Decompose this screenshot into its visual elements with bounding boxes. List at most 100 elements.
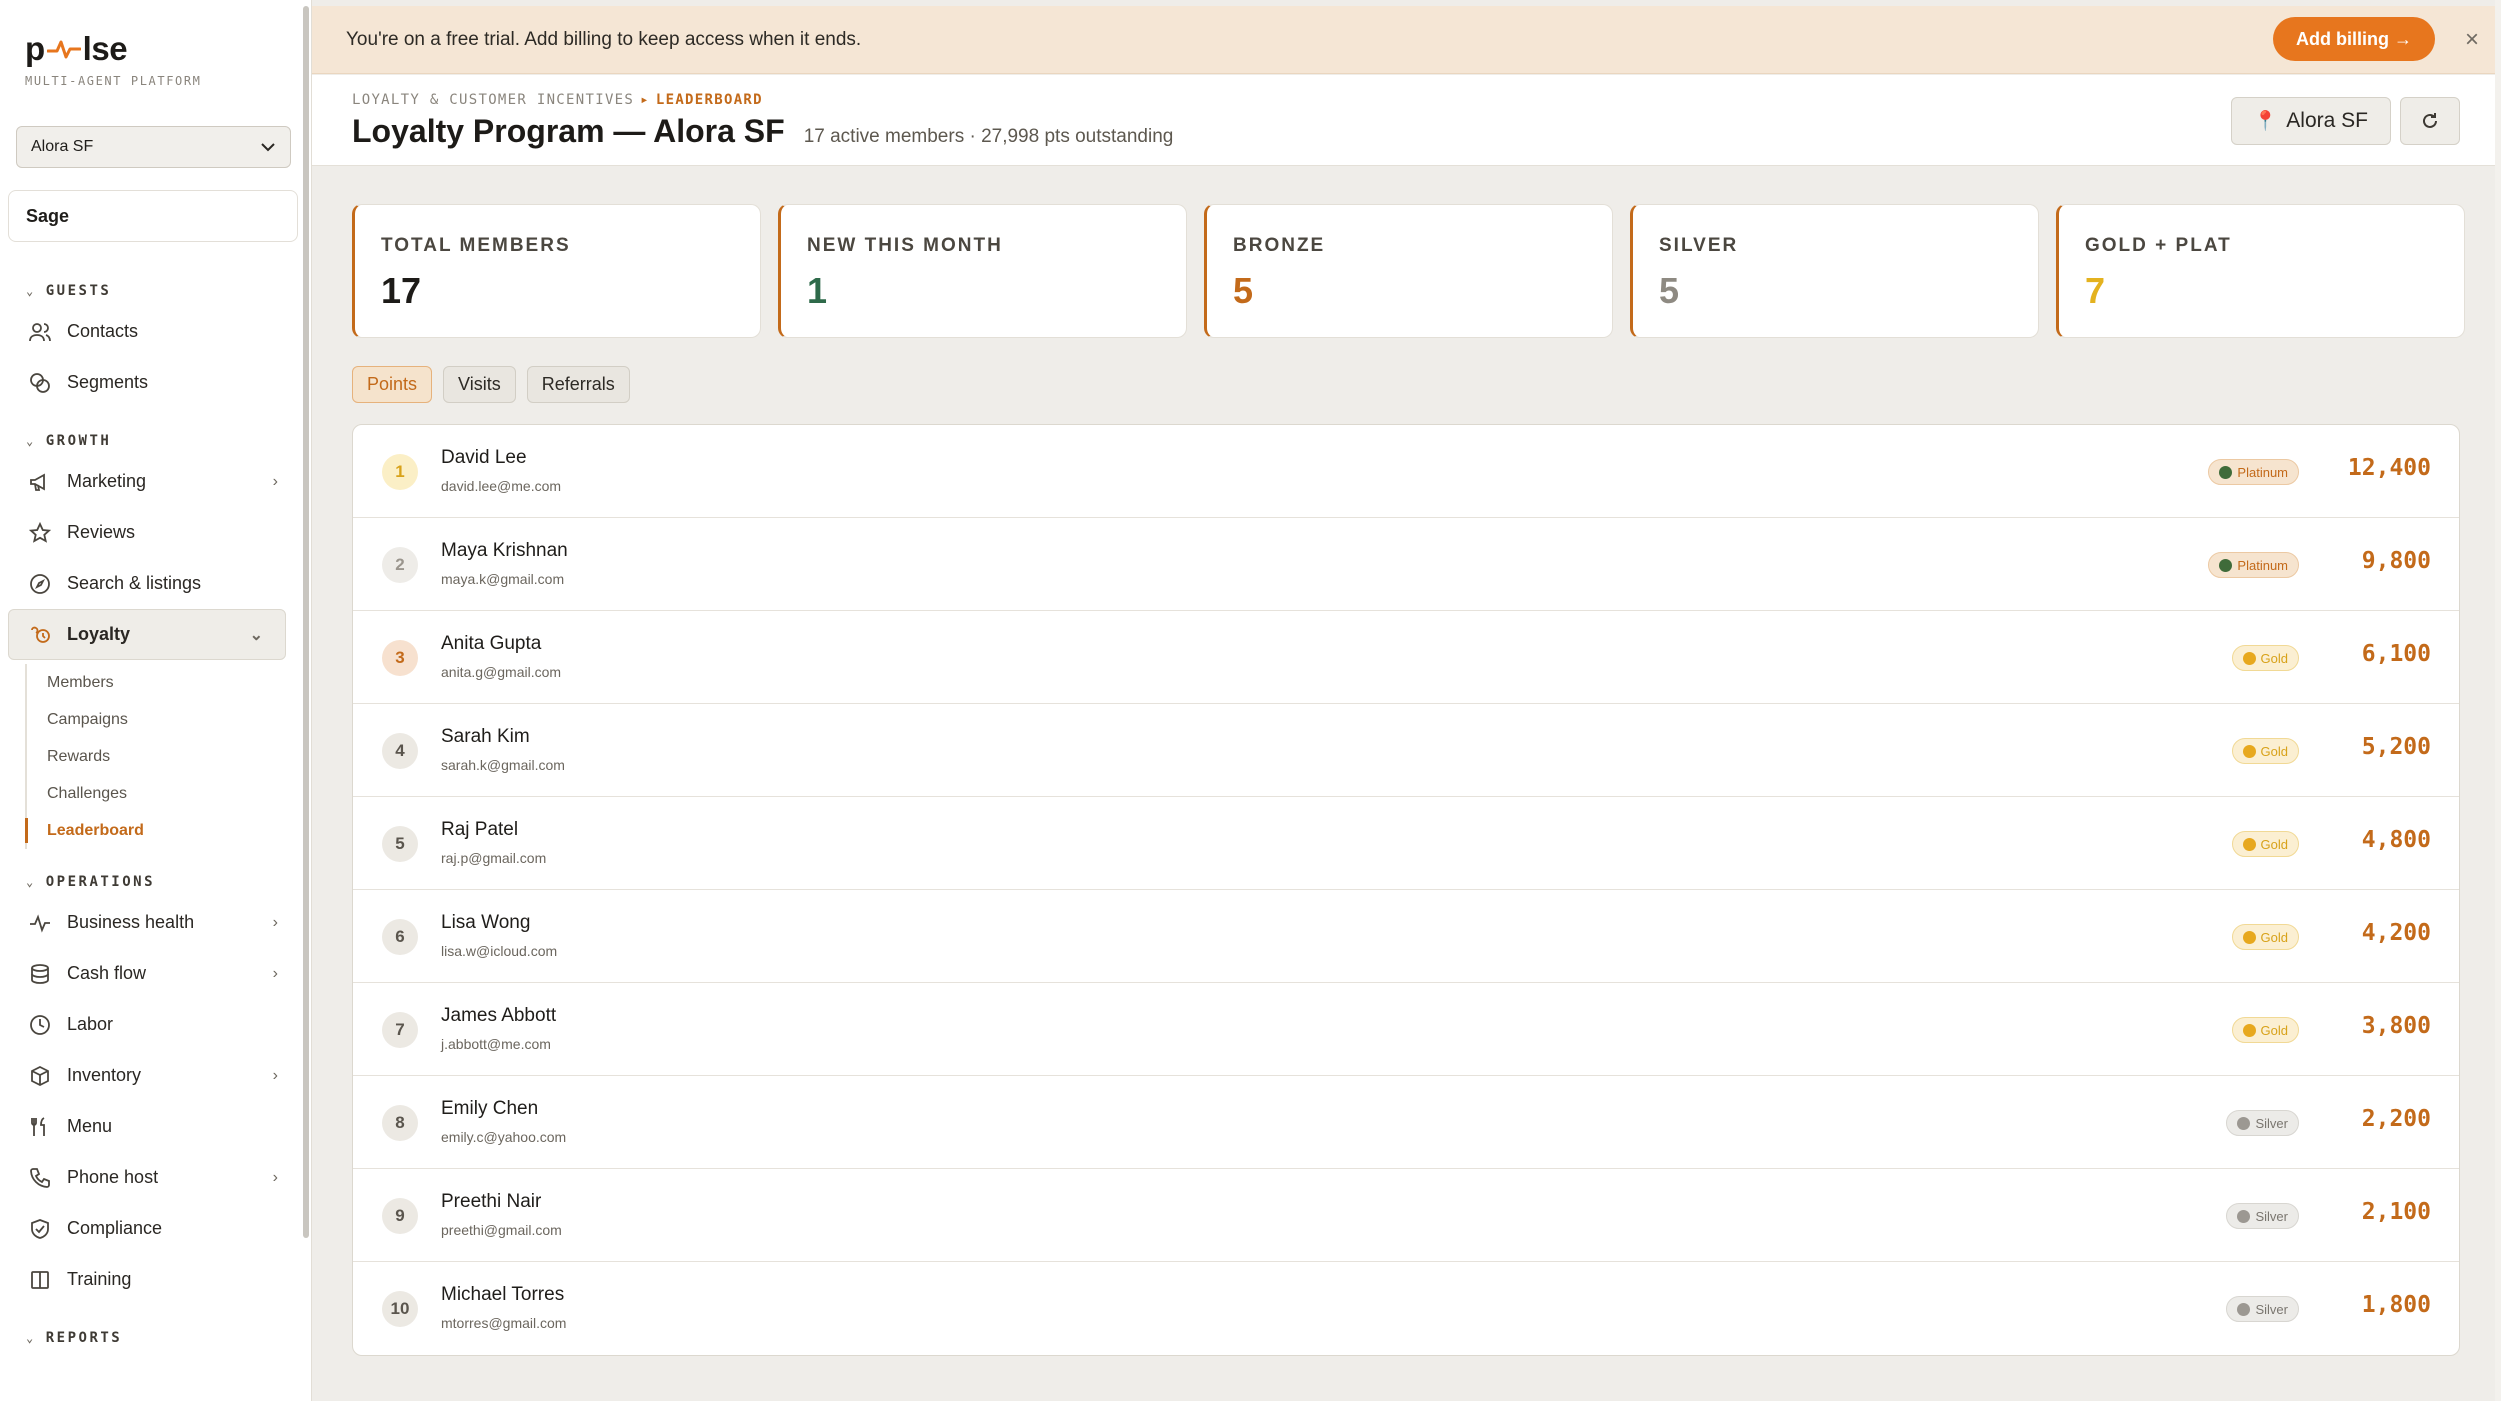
nav-section-reports[interactable]: ⌄ REPORTS: [0, 1323, 300, 1353]
table-row[interactable]: 2 Maya Krishnan maya.k@gmail.com Platinum 9,…: [353, 518, 2459, 611]
breadcrumb-separator: ▸: [640, 92, 650, 108]
tab-points[interactable]: Points: [352, 366, 433, 403]
chevron-right-icon: ›: [272, 1066, 278, 1084]
location-chip[interactable]: 📍 Alora SF: [2230, 97, 2391, 145]
member-name[interactable]: Raj Patel: [441, 819, 518, 841]
stat-value: 5: [1233, 270, 1254, 311]
sidebar-item-compliance[interactable]: Compliance: [0, 1203, 300, 1254]
table-row[interactable]: 1 David Lee david.lee@me.com Platinum 12,400: [353, 425, 2459, 518]
page-header: LOYALTY & CUSTOMER INCENTIVES ▸ LEADERBOAR…: [312, 75, 2501, 166]
sidebar-item-marketing[interactable]: Marketing ›: [0, 456, 300, 507]
sidebar-scrollbar[interactable]: [303, 6, 309, 1238]
database-icon: [28, 962, 52, 986]
stats-row: TOTAL MEMBERS 17 NEW THIS MONTH 1 BRONZE…: [352, 204, 2465, 338]
member-email: sarah.k@gmail.com: [441, 757, 565, 773]
member-name[interactable]: Lisa Wong: [441, 912, 530, 934]
sidebar-item-reviews[interactable]: Reviews: [0, 507, 300, 558]
table-row[interactable]: 5 Raj Patel raj.p@gmail.com Gold 4,800: [353, 797, 2459, 890]
sidebar-item-search-listings[interactable]: Search & listings: [0, 558, 300, 609]
nav-section-guests[interactable]: ⌄ GUESTS: [0, 276, 300, 306]
tab-referrals[interactable]: Referrals: [526, 366, 630, 403]
sidebar-item-label: Compliance: [67, 1218, 163, 1238]
stat-label: SILVER: [1659, 235, 1739, 256]
sidebar-item-inventory[interactable]: Inventory ›: [0, 1050, 300, 1101]
table-row[interactable]: 10 Michael Torres mtorres@gmail.com Silver 1…: [353, 1262, 2459, 1355]
table-row[interactable]: 6 Lisa Wong lisa.w@icloud.com Gold 4,200: [353, 890, 2459, 983]
stat-value: 17: [381, 270, 422, 311]
nav-section-operations[interactable]: ⌄ OPERATIONS: [0, 867, 300, 897]
table-row[interactable]: 3 Anita Gupta anita.g@gmail.com Gold 6,100: [353, 611, 2459, 704]
sidebar: p lse MULTI-AGENT PLATFORM Alora SF Sage…: [0, 0, 312, 1401]
member-name[interactable]: Maya Krishnan: [441, 540, 568, 562]
sidebar-item-label: Phone host: [67, 1167, 159, 1187]
loyalty-subnav: Members Campaigns Rewards Challenges Lea…: [25, 664, 300, 849]
loyalty-icon: [28, 623, 52, 647]
sage-assistant[interactable]: Sage: [8, 190, 298, 242]
sidebar-item-cash-flow[interactable]: Cash flow ›: [0, 948, 300, 999]
tier-label: Gold: [2260, 929, 2288, 945]
member-name[interactable]: Sarah Kim: [441, 726, 530, 748]
tab-visits[interactable]: Visits: [443, 366, 516, 403]
points-value: 4,200: [2361, 920, 2431, 946]
sidebar-item-business-health[interactable]: Business health ›: [0, 897, 300, 948]
breadcrumb-parent[interactable]: LOYALTY & CUSTOMER INCENTIVES: [352, 92, 634, 108]
chevron-down-icon: ⌄: [26, 284, 36, 298]
member-name[interactable]: Emily Chen: [441, 1098, 538, 1120]
map-pin-icon: 📍: [2253, 111, 2278, 132]
sidebar-item-label: Business health: [67, 912, 195, 932]
pulse-icon: [28, 911, 52, 935]
contacts-icon: [28, 320, 52, 344]
tier-badge: Platinum: [2208, 552, 2299, 578]
member-email: raj.p@gmail.com: [441, 850, 547, 866]
sidebar-item-labor[interactable]: Labor: [0, 999, 300, 1050]
sidebar-item-training[interactable]: Training: [0, 1254, 300, 1305]
table-row[interactable]: 9 Preethi Nair preethi@gmail.com Silver 2,10…: [353, 1169, 2459, 1262]
page-subtitle: 17 active members · 27,998 pts outstandi…: [803, 126, 1174, 147]
pulse-logo-icon: [46, 40, 81, 59]
tier-label: Gold: [2260, 1022, 2288, 1038]
breadcrumb: LOYALTY & CUSTOMER INCENTIVES ▸ LEADERBOAR…: [352, 92, 763, 108]
close-icon[interactable]: ×: [2465, 26, 2479, 54]
chevron-right-icon: ›: [272, 964, 278, 982]
main-content: You're on a free trial. Add billing to k…: [312, 0, 2501, 1401]
member-name[interactable]: Michael Torres: [441, 1284, 564, 1306]
points-value: 6,100: [2361, 641, 2431, 667]
chevron-down-icon: [261, 143, 275, 152]
logo[interactable]: p lse MULTI-AGENT PLATFORM: [25, 30, 202, 88]
subnav-item-rewards[interactable]: Rewards: [27, 738, 300, 775]
table-row[interactable]: 8 Emily Chen emily.c@yahoo.com Silver 2,200: [353, 1076, 2459, 1169]
tier-badge: Silver: [2226, 1110, 2299, 1136]
tier-badge: Silver: [2226, 1296, 2299, 1322]
shield-icon: [28, 1217, 52, 1241]
table-row[interactable]: 4 Sarah Kim sarah.k@gmail.com Gold 5,200: [353, 704, 2459, 797]
rank-badge: 2: [382, 547, 418, 583]
subnav-item-challenges[interactable]: Challenges: [27, 775, 300, 812]
member-name[interactable]: David Lee: [441, 447, 527, 469]
refresh-button[interactable]: [2400, 97, 2460, 145]
tier-badge: Platinum: [2208, 459, 2299, 485]
stat-label: BRONZE: [1233, 235, 1326, 256]
sidebar-item-segments[interactable]: Segments: [0, 357, 300, 408]
subnav-item-campaigns[interactable]: Campaigns: [27, 701, 300, 738]
sidebar-item-menu[interactable]: Menu: [0, 1101, 300, 1152]
location-select[interactable]: Alora SF: [16, 126, 291, 168]
subnav-item-members[interactable]: Members: [27, 664, 300, 701]
sidebar-item-contacts[interactable]: Contacts: [0, 306, 300, 357]
member-name[interactable]: Anita Gupta: [441, 633, 541, 655]
member-name[interactable]: James Abbott: [441, 1005, 556, 1027]
table-row[interactable]: 7 James Abbott j.abbott@me.com Gold 3,800: [353, 983, 2459, 1076]
page-scrollbar[interactable]: [2495, 0, 2501, 1401]
sidebar-nav: ⌄ GUESTS Contacts Segments ⌄ GROWTH Mark…: [0, 266, 300, 1353]
member-name[interactable]: Preethi Nair: [441, 1191, 541, 1213]
sidebar-item-loyalty[interactable]: Loyalty ⌄: [8, 609, 286, 660]
utensils-icon: [28, 1115, 52, 1139]
leaderboard-tabs: Points Visits Referrals: [352, 366, 630, 403]
compass-icon: [28, 572, 52, 596]
sidebar-item-label: Inventory: [67, 1065, 142, 1085]
nav-section-growth[interactable]: ⌄ GROWTH: [0, 426, 300, 456]
tier-badge: Gold: [2231, 831, 2299, 857]
sidebar-item-phone-host[interactable]: Phone host ›: [0, 1152, 300, 1203]
medal-icon: [2219, 465, 2233, 479]
add-billing-button[interactable]: Add billing →: [2273, 17, 2435, 61]
subnav-item-leaderboard[interactable]: Leaderboard: [25, 812, 300, 849]
